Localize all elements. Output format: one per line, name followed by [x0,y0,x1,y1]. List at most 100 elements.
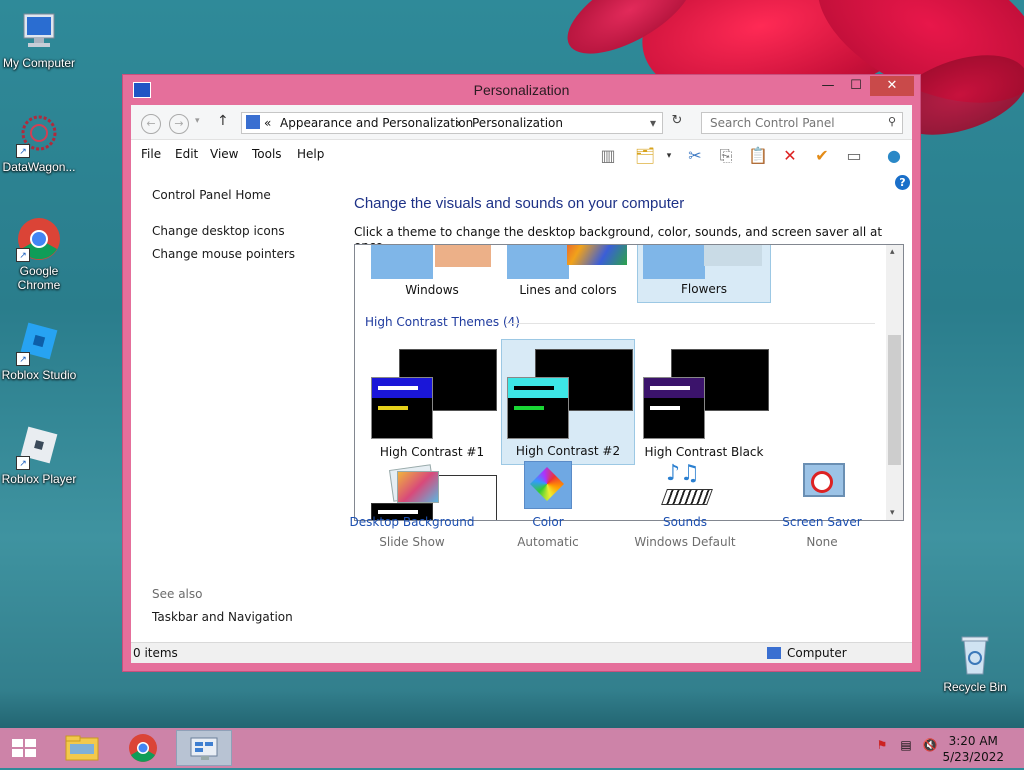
globe-icon[interactable]: ● [883,145,905,167]
theme-flowers[interactable]: Flowers [637,245,771,303]
network-icon[interactable]: ▤ [898,738,914,754]
recycle-bin-icon [952,632,998,678]
item-count: 0 items [133,646,178,660]
theme-high-contrast-2[interactable]: High Contrast #2 [501,339,635,465]
taskbar-chrome[interactable] [115,730,171,766]
theme-label: Lines and colors [519,283,617,297]
bottom-settings-row: Desktop Background Slide Show Color Auto… [345,461,905,561]
start-button[interactable] [0,730,48,766]
search-input[interactable] [708,113,882,133]
close-button[interactable]: ✕ [870,76,914,96]
screen-saver-label: Screen Saver [782,515,862,529]
screen-saver-button[interactable]: Screen Saver None [755,461,889,549]
theme-preview [643,377,705,439]
folder-icon [65,735,99,761]
theme-lines-and-colors[interactable]: Lines and colors [501,245,635,303]
shortcut-arrow-icon: ↗ [16,144,30,158]
high-contrast-group-header[interactable]: High Contrast Themes (4) [365,315,520,329]
computer-icon [16,8,62,54]
delete-icon[interactable]: ✕ [779,145,801,167]
taskbar-navigation-link[interactable]: Taskbar and Navigation [152,610,293,624]
recent-pages-chevron-icon[interactable]: ▾ [195,116,200,126]
folder-options-icon[interactable]: 🗂 [634,145,656,167]
chrome-icon: ↗ [16,216,62,262]
volume-muted-icon[interactable]: 🔇 [922,738,938,754]
action-center-flag-icon[interactable]: ⚑ [874,738,890,754]
theme-high-contrast-1[interactable]: High Contrast #1 [365,339,499,465]
theme-label: High Contrast #1 [379,445,485,459]
menu-file[interactable]: File [141,147,161,161]
change-desktop-icons-link[interactable]: Change desktop icons [152,224,285,238]
control-panel-home-link[interactable]: Control Panel Home [152,188,271,202]
desktop-icon-label: Roblox Player [1,472,77,486]
clock-date: 5/23/2022 [942,750,1004,764]
search-box: ⚲ [701,112,903,134]
menu-edit[interactable]: Edit [175,147,198,161]
scrollbar-thumb[interactable] [888,335,901,465]
options-dropdown-icon[interactable]: ▾ [658,145,680,167]
minimize-button[interactable]: — [814,76,842,96]
screen-saver-icon [797,461,847,509]
desktop-icon-roblox-studio[interactable]: ↗ Roblox Studio [0,320,78,382]
sounds-label: Sounds [662,515,708,529]
taskbar-control-panel-active[interactable] [176,730,232,766]
system-clock[interactable]: 3:20 AM 5/23/2022 [942,733,1004,765]
sounds-button[interactable]: ♪♫ Sounds Windows Default [618,461,752,549]
desktop-icon-label: Recycle Bin [943,680,1007,694]
page-title: Change the visuals and sounds on your co… [354,195,685,212]
group-divider [505,323,875,324]
screen-saver-value: None [806,535,838,549]
breadcrumb-appearance[interactable]: Appearance and Personalization [280,116,473,130]
status-bar: 0 items Computer [131,642,912,663]
address-dropdown-icon[interactable]: ▾ [650,116,656,130]
change-mouse-pointers-link[interactable]: Change mouse pointers [152,247,295,261]
theme-preview [567,245,627,265]
theme-preview [435,245,491,267]
paste-icon[interactable]: 📋 [747,145,769,167]
desktop-icon-datawagon[interactable]: ↗ DataWagon... [0,112,78,174]
personalization-window: Personalization — ☐ ✕ ← → ▾ ↑ « Appearan… [122,74,921,672]
desktop-background-button[interactable]: Desktop Background Slide Show [345,461,479,549]
search-icon[interactable]: ⚲ [888,115,896,128]
desktop-background-icon [387,461,439,509]
layout-pane-icon[interactable]: ▥ [597,145,619,167]
copy-icon[interactable]: ⎘ [715,145,737,167]
desktop-icon-label: Google Chrome [17,264,61,292]
scroll-up-icon[interactable]: ▴ [890,247,895,257]
taskbar-file-explorer[interactable] [54,730,110,766]
sounds-value: Windows Default [634,535,736,549]
theme-windows[interactable]: Windows [365,245,499,303]
theme-preview [507,245,569,279]
title-bar[interactable]: Personalization — ☐ ✕ [123,75,920,105]
forward-button[interactable]: → [169,114,189,134]
desktop-icon-label: DataWagon... [2,160,76,174]
computer-icon [767,647,781,659]
desktop-icon-my-computer[interactable]: My Computer [0,8,78,70]
desktop-icon-roblox-player[interactable]: ↗ Roblox Player [0,424,78,486]
menu-tools[interactable]: Tools [252,147,282,161]
menu-view[interactable]: View [210,147,238,161]
cut-icon[interactable]: ✂ [684,145,706,167]
menu-help[interactable]: Help [297,147,324,161]
refresh-icon[interactable]: ↻ [667,113,687,133]
rename-icon[interactable]: ▭ [843,145,865,167]
theme-preview [371,377,433,439]
address-box[interactable]: « Appearance and Personalization › Perso… [241,112,663,134]
menu-bar: File Edit View Tools Help ▥ 🗂 ▾ ✂ ⎘ 📋 ✕ … [131,140,912,170]
window-content: ← → ▾ ↑ « Appearance and Personalization… [131,105,912,663]
theme-preview [371,245,433,279]
breadcrumb-overflow[interactable]: « [264,116,271,130]
color-button[interactable]: Color Automatic [481,461,615,549]
breadcrumb-personalization[interactable]: Personalization [472,116,563,130]
back-button[interactable]: ← [141,114,161,134]
theme-high-contrast-black[interactable]: High Contrast Black [637,339,771,465]
shortcut-arrow-icon: ↗ [16,248,30,262]
up-button[interactable]: ↑ [217,113,229,129]
maximize-button[interactable]: ☐ [842,76,870,96]
shortcut-arrow-icon: ↗ [16,456,30,470]
color-value: Automatic [517,535,579,549]
clock-time: 3:20 AM [948,734,998,748]
properties-check-icon[interactable]: ✔ [811,145,833,167]
desktop-icon-chrome[interactable]: ↗ Google Chrome [0,216,78,292]
desktop-icon-recycle-bin[interactable]: Recycle Bin [936,632,1014,694]
